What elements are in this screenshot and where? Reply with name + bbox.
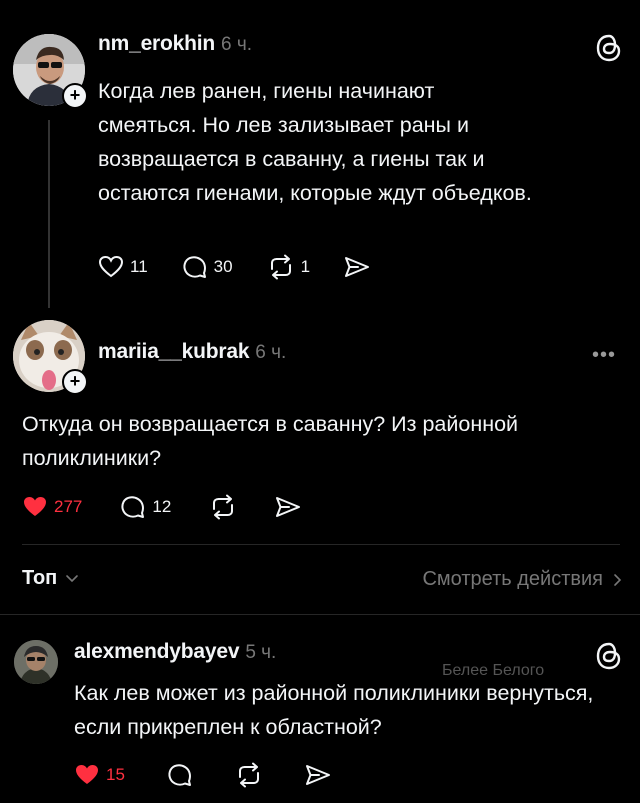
- repost-button[interactable]: [235, 762, 263, 788]
- divider: [22, 544, 620, 545]
- like-count: 11: [130, 257, 148, 276]
- comment-button[interactable]: 30: [182, 254, 233, 280]
- username[interactable]: alexmendybayev: [74, 640, 240, 663]
- heart-filled-icon: [24, 497, 46, 516]
- avatar-photo: [14, 640, 58, 684]
- threads-logo-icon[interactable]: [596, 34, 622, 67]
- thread-line: [48, 120, 50, 308]
- send-icon: [276, 497, 301, 517]
- sort-dropdown[interactable]: Топ: [22, 567, 79, 590]
- chevron-right-icon: [614, 573, 622, 586]
- timestamp: 5 ч.: [245, 642, 277, 663]
- heart-filled-icon: [76, 765, 98, 784]
- threads-logo-icon[interactable]: [596, 642, 622, 675]
- repost-icon: [213, 494, 234, 520]
- avatar[interactable]: [14, 640, 58, 684]
- post-text: Откуда он возвращается в саванну? Из рай…: [22, 412, 519, 470]
- post-header: alexmendybayev 5 ч.: [74, 640, 276, 664]
- post-actions: 11 30 1: [98, 254, 370, 280]
- share-button[interactable]: [344, 254, 370, 280]
- timestamp: 6 ч.: [255, 342, 287, 363]
- like-button[interactable]: 11: [98, 254, 148, 280]
- comment-icon: [168, 764, 191, 786]
- send-icon: [305, 765, 330, 785]
- view-activity-label: Смотреть действия: [422, 568, 603, 590]
- repost-button[interactable]: [209, 494, 237, 520]
- more-options-icon[interactable]: •••: [592, 344, 616, 367]
- post-text: Как лев может из районной поликлиники ве…: [74, 681, 594, 739]
- like-count: 277: [54, 497, 83, 516]
- comment-button[interactable]: 12: [120, 494, 171, 520]
- repost-count: 1: [300, 257, 311, 276]
- chevron-down-icon: [66, 574, 79, 582]
- like-button[interactable]: 277: [22, 494, 82, 520]
- comment-button[interactable]: [167, 762, 193, 788]
- repost-button[interactable]: 1: [267, 254, 310, 280]
- comment-icon: [183, 256, 206, 278]
- comment-count: 30: [213, 257, 233, 276]
- post-actions: 277 12: [22, 494, 301, 520]
- post-actions: 15: [74, 762, 331, 788]
- like-button[interactable]: 15: [74, 762, 125, 788]
- follow-plus-icon[interactable]: +: [62, 83, 88, 109]
- post-header: mariia__kubrak 6 ч.: [98, 340, 286, 364]
- comment-count: 12: [152, 497, 172, 516]
- username[interactable]: mariia__kubrak: [98, 340, 249, 363]
- like-count: 15: [106, 765, 125, 784]
- username[interactable]: nm_erokhin: [98, 32, 215, 55]
- send-icon: [345, 257, 370, 277]
- follow-plus-icon[interactable]: +: [62, 369, 88, 395]
- repost-icon: [270, 254, 291, 280]
- heart-icon: [98, 255, 124, 278]
- post-text: Когда лев ранен, гиены начинают смеяться…: [98, 79, 532, 205]
- share-button[interactable]: [275, 494, 301, 520]
- share-button[interactable]: [305, 762, 331, 788]
- comment-icon: [121, 496, 145, 518]
- view-activity-link[interactable]: Смотреть действия: [422, 568, 622, 591]
- divider: [0, 614, 640, 615]
- post-header: nm_erokhin 6 ч.: [98, 32, 252, 56]
- repost-icon: [238, 762, 259, 788]
- sort-label: Топ: [22, 567, 58, 589]
- timestamp: 6 ч.: [221, 34, 253, 55]
